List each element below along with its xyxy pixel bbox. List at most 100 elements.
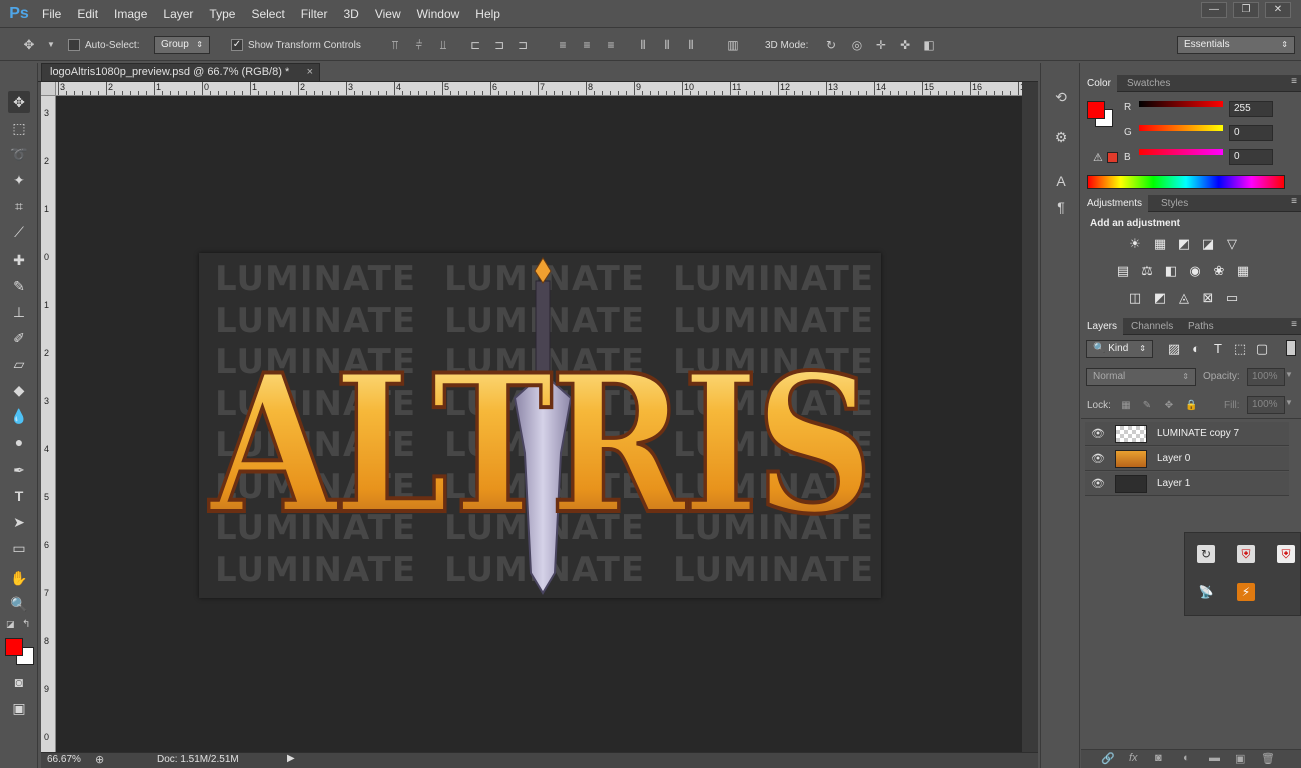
tab-layers[interactable]: Layers <box>1081 318 1124 335</box>
pen-tool-icon[interactable]: ✒ <box>8 459 30 481</box>
3d-roll-icon[interactable]: ◎ <box>850 38 864 52</box>
menu-file[interactable]: File <box>34 0 69 28</box>
healing-brush-tool-icon[interactable]: ✚ <box>8 249 30 271</box>
menu-edit[interactable]: Edit <box>69 0 106 28</box>
distribute-hcenter-icon[interactable]: ⦀ <box>660 38 674 52</box>
chevron-down-icon[interactable]: ▼ <box>1285 398 1293 407</box>
tab-paths[interactable]: Paths <box>1182 318 1220 335</box>
tab-color[interactable]: Color <box>1081 75 1117 92</box>
layer-row[interactable]: 👁 Layer 1 <box>1085 472 1289 496</box>
color-balance-icon[interactable]: ⚖ <box>1138 263 1156 279</box>
photo-filter-icon[interactable]: ◉ <box>1186 263 1204 279</box>
filter-shape-icon[interactable]: ⬚ <box>1231 341 1249 357</box>
filter-type-icon[interactable]: T <box>1209 341 1227 357</box>
magic-wand-tool-icon[interactable]: ✦ <box>8 169 30 191</box>
character-panel-icon[interactable]: A <box>1051 171 1071 191</box>
distribute-top-icon[interactable]: ≡ <box>556 38 570 52</box>
fx-icon[interactable]: fx <box>1129 752 1138 764</box>
clone-stamp-tool-icon[interactable]: ⊥ <box>8 301 30 323</box>
align-top-icon[interactable]: ⫪ <box>388 38 402 52</box>
menu-3d[interactable]: 3D <box>335 0 366 28</box>
fill-field[interactable]: 100% <box>1247 396 1285 414</box>
auto-select-checkbox[interactable] <box>68 39 80 51</box>
selective-color-icon[interactable]: ⊠ <box>1199 290 1217 306</box>
dodge-tool-icon[interactable]: ● <box>8 431 30 453</box>
filter-toggle[interactable] <box>1286 340 1296 356</box>
crop-tool-icon[interactable]: ⌗ <box>8 195 30 217</box>
distribute-right-icon[interactable]: ⦀ <box>684 38 698 52</box>
levels-icon[interactable]: ▦ <box>1151 236 1169 252</box>
color-lookup-icon[interactable]: ▦ <box>1234 263 1252 279</box>
channel-r-value[interactable]: 255 <box>1229 101 1273 117</box>
app-tray-icon[interactable]: ⚡ <box>1237 583 1255 601</box>
black-white-icon[interactable]: ◧ <box>1162 263 1180 279</box>
filter-smart-object-icon[interactable]: ▢ <box>1253 341 1271 357</box>
channel-mixer-icon[interactable]: ❀ <box>1210 263 1228 279</box>
layer-row[interactable]: 👁 LUMINATE copy 7 <box>1085 422 1289 446</box>
new-group-icon[interactable]: ▬ <box>1209 752 1220 764</box>
add-mask-icon[interactable]: ◙ <box>1155 752 1162 764</box>
lock-image-icon[interactable]: ✎ <box>1141 400 1153 412</box>
3d-scale-icon[interactable]: ◧ <box>922 38 936 52</box>
zoom-tool-icon[interactable]: 🔍 <box>8 593 30 615</box>
lock-position-icon[interactable]: ✥ <box>1163 400 1175 412</box>
history-brush-tool-icon[interactable]: ✐ <box>8 327 30 349</box>
close-button[interactable]: ✕ <box>1265 2 1291 18</box>
restore-button[interactable]: ❐ <box>1233 2 1259 18</box>
channel-r-slider[interactable] <box>1139 101 1223 107</box>
opacity-field[interactable]: 100% <box>1247 368 1285 386</box>
auto-select-target-dropdown[interactable]: Group ⇕ <box>154 36 210 54</box>
hue-saturation-icon[interactable]: ▤ <box>1114 263 1132 279</box>
move-tool-preset-icon[interactable]: ✥ <box>22 38 36 52</box>
eye-icon[interactable]: 👁 <box>1091 477 1105 491</box>
gradient-map-icon[interactable]: ▭ <box>1223 290 1241 306</box>
swap-colors-icon[interactable]: ↰ <box>22 619 30 630</box>
quick-mask-icon[interactable]: ◙ <box>8 671 30 693</box>
distribute-vcenter-icon[interactable]: ≡ <box>580 38 594 52</box>
zoom-level[interactable]: 66.67% <box>47 754 81 765</box>
3d-pan-icon[interactable]: ✛ <box>874 38 888 52</box>
posterize-icon[interactable]: ◩ <box>1151 290 1169 306</box>
blend-mode-dropdown[interactable]: Normal ⇕ <box>1086 368 1196 386</box>
horizontal-ruler[interactable]: 32101234567891011121314151617181920 <box>56 82 1022 96</box>
foreground-color-swatch[interactable] <box>5 638 23 656</box>
path-selection-tool-icon[interactable]: ➤ <box>8 511 30 533</box>
brush-tool-icon[interactable]: ✎ <box>8 275 30 297</box>
satellite-icon[interactable]: 📡 <box>1197 583 1215 601</box>
paragraph-panel-icon[interactable]: ¶ <box>1051 197 1071 217</box>
channel-b-value[interactable]: 0 <box>1229 149 1273 165</box>
rectangle-tool-icon[interactable]: ▭ <box>8 537 30 559</box>
layer-name[interactable]: Layer 1 <box>1157 478 1190 489</box>
properties-panel-icon[interactable]: ⚙ <box>1051 127 1071 147</box>
tab-styles[interactable]: Styles <box>1155 195 1194 212</box>
menu-view[interactable]: View <box>367 0 409 28</box>
close-document-icon[interactable]: × <box>307 64 313 80</box>
default-colors-icon[interactable]: ◪ <box>6 619 15 630</box>
trash-icon[interactable]: 🗑 <box>1261 752 1275 765</box>
eye-icon[interactable]: 👁 <box>1091 427 1105 441</box>
defender-icon[interactable]: ⛨ <box>1277 545 1295 563</box>
layer-filter-dropdown[interactable]: 🔍 Kind ⇕ <box>1086 340 1153 358</box>
new-adjustment-icon[interactable]: ◐ <box>1183 752 1190 764</box>
menu-select[interactable]: Select <box>243 0 292 28</box>
status-menu-icon[interactable]: ⊕ <box>95 753 104 766</box>
menu-window[interactable]: Window <box>409 0 468 28</box>
panel-menu-icon[interactable]: ≡ <box>1291 319 1297 330</box>
distribute-bottom-icon[interactable]: ≡ <box>604 38 618 52</box>
menu-layer[interactable]: Layer <box>155 0 201 28</box>
blur-tool-icon[interactable]: 💧 <box>8 405 30 427</box>
channel-b-slider[interactable] <box>1139 149 1223 155</box>
align-hcenter-icon[interactable]: ⊐ <box>492 38 506 52</box>
filter-pixel-icon[interactable]: ▨ <box>1165 341 1183 357</box>
color-panel-foreground[interactable] <box>1087 101 1105 119</box>
auto-align-icon[interactable]: ▥ <box>726 38 740 52</box>
new-layer-icon[interactable]: ▣ <box>1235 752 1245 765</box>
type-tool-icon[interactable]: T <box>8 485 30 507</box>
status-arrow-icon[interactable]: ▶ <box>287 753 295 764</box>
brightness-icon[interactable]: ☀ <box>1126 236 1144 252</box>
channel-g-slider[interactable] <box>1139 125 1223 131</box>
chevron-down-icon[interactable]: ▼ <box>44 38 58 52</box>
menu-help[interactable]: Help <box>467 0 508 28</box>
lock-all-icon[interactable]: 🔒 <box>1185 400 1197 412</box>
threshold-icon[interactable]: ◬ <box>1175 290 1193 306</box>
